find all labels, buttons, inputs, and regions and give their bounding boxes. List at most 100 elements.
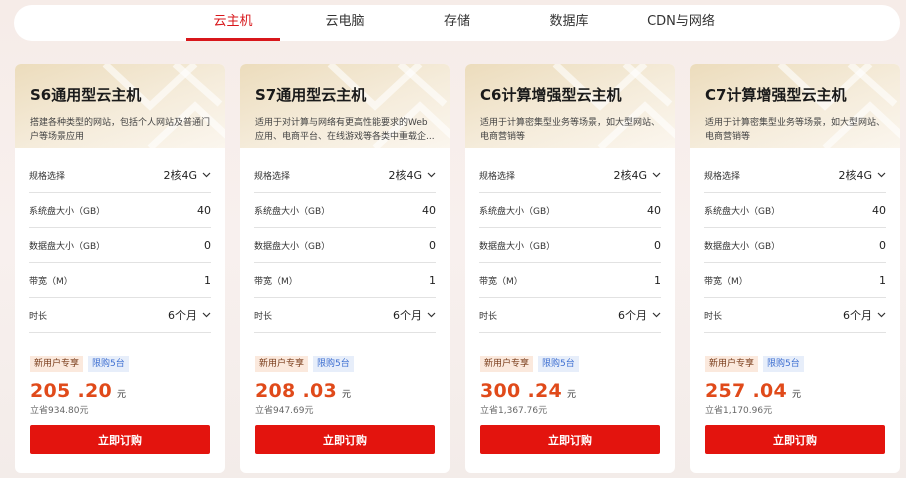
system-disk-row: 系统盘大小（GB） 40 [704,193,886,228]
system-disk-row: 系统盘大小（GB） 40 [479,193,661,228]
duration-select[interactable]: 时长 6个月 [29,298,211,333]
spec-select[interactable]: 规格选择 2核4G [704,158,886,193]
duration-select[interactable]: 时长 6个月 [254,298,436,333]
savings-text: 立省947.69元 [255,406,314,416]
system-disk-value[interactable]: 40 [647,204,661,217]
card-title: C6计算增强型云主机 [480,86,622,104]
new-user-badge: 新用户专享 [30,356,84,372]
data-disk-row: 数据盘大小（GB） 0 [704,228,886,263]
price: 300 .24 [480,380,563,402]
new-user-badge: 新用户专享 [705,356,759,372]
product-tabs: 云主机 云电脑 存储 数据库 CDN与网络 [14,5,900,41]
spec-select[interactable]: 规格选择 2核4G [29,158,211,193]
data-disk-value[interactable]: 0 [654,239,661,252]
bandwidth-row: 带宽（M） 1 [29,263,211,298]
spec-select[interactable]: 规格选择 2核4G [479,158,661,193]
duration-label: 时长 [479,311,498,322]
data-disk-label: 数据盘大小（GB） [704,241,781,252]
system-disk-value[interactable]: 40 [422,204,436,217]
duration-label: 时长 [254,311,273,322]
bandwidth-label: 带宽（M） [479,276,523,287]
purchase-limit-badge: 限购5台 [313,356,354,372]
system-disk-label: 系统盘大小（GB） [704,206,781,217]
purchase-limit-badge: 限购5台 [763,356,804,372]
price: 205 .20 [30,380,113,402]
card-title: S6通用型云主机 [30,86,142,104]
card-title: S7通用型云主机 [255,86,367,104]
bandwidth-label: 带宽（M） [704,276,748,287]
bandwidth-value[interactable]: 1 [429,274,436,287]
savings-text: 立省1,170.96元 [705,406,773,416]
price-unit: 元 [567,390,577,400]
bandwidth-row: 带宽（M） 1 [704,263,886,298]
card-description: 适用于计算密集型业务等场景，如大型网站、电商营销等 [480,118,661,142]
tab-cloud-host[interactable]: 云主机 [178,5,288,41]
duration-select[interactable]: 时长 6个月 [704,298,886,333]
spec-value: 2核4G [838,169,872,182]
spec-select[interactable]: 规格选择 2核4G [254,158,436,193]
duration-value: 6个月 [393,309,422,322]
card-header: S6通用型云主机 搭建各种类型的网站，包括个人网站及普通门户等场景应用 [15,64,225,148]
data-disk-label: 数据盘大小（GB） [479,241,556,252]
chevron-down-icon[interactable] [427,312,436,318]
buy-now-button[interactable]: 立即订购 [255,425,435,454]
card-title: C7计算增强型云主机 [705,86,847,104]
buy-now-button[interactable]: 立即订购 [705,425,885,454]
system-disk-label: 系统盘大小（GB） [254,206,331,217]
chevron-down-icon[interactable] [652,172,661,178]
system-disk-value[interactable]: 40 [872,204,886,217]
duration-value: 6个月 [618,309,647,322]
card-header: C6计算增强型云主机 适用于计算密集型业务等场景，如大型网站、电商营销等 [465,64,675,148]
chevron-down-icon[interactable] [202,172,211,178]
tab-cloud-pc[interactable]: 云电脑 [290,5,400,41]
spec-value: 2核4G [388,169,422,182]
chevron-down-icon[interactable] [427,172,436,178]
tab-cdn-network[interactable]: CDN与网络 [626,5,736,41]
system-disk-row: 系统盘大小（GB） 40 [29,193,211,228]
product-card-c7: C7计算增强型云主机 适用于计算密集型业务等场景，如大型网站、电商营销等 规格选… [690,64,900,473]
card-header: S7通用型云主机 适用于对计算与网络有更高性能要求的Web应用、电商平台、在线游… [240,64,450,148]
chevron-down-icon[interactable] [877,172,886,178]
bandwidth-value[interactable]: 1 [654,274,661,287]
bandwidth-value[interactable]: 1 [879,274,886,287]
spec-label: 规格选择 [479,171,516,182]
data-disk-value[interactable]: 0 [879,239,886,252]
bandwidth-value[interactable]: 1 [204,274,211,287]
spec-label: 规格选择 [704,171,741,182]
bandwidth-label: 带宽（M） [254,276,298,287]
chevron-down-icon[interactable] [652,312,661,318]
data-disk-label: 数据盘大小（GB） [29,241,106,252]
chevron-down-icon[interactable] [877,312,886,318]
buy-now-button[interactable]: 立即订购 [480,425,660,454]
data-disk-label: 数据盘大小（GB） [254,241,331,252]
system-disk-value[interactable]: 40 [197,204,211,217]
card-description: 适用于计算密集型业务等场景，如大型网站、电商营销等 [705,118,886,142]
spec-label: 规格选择 [254,171,291,182]
system-disk-label: 系统盘大小（GB） [29,206,106,217]
tab-storage[interactable]: 存储 [402,5,512,41]
data-disk-row: 数据盘大小（GB） 0 [29,228,211,263]
product-card-c6: C6计算增强型云主机 适用于计算密集型业务等场景，如大型网站、电商营销等 规格选… [465,64,675,473]
new-user-badge: 新用户专享 [255,356,309,372]
bandwidth-label: 带宽（M） [29,276,73,287]
spec-label: 规格选择 [29,171,66,182]
data-disk-value[interactable]: 0 [204,239,211,252]
bandwidth-row: 带宽（M） 1 [254,263,436,298]
data-disk-row: 数据盘大小（GB） 0 [254,228,436,263]
price: 208 .03 [255,380,338,402]
savings-text: 立省1,367.76元 [480,406,548,416]
savings-text: 立省934.80元 [30,406,89,416]
price-unit: 元 [792,390,802,400]
tab-database[interactable]: 数据库 [514,5,624,41]
buy-now-button[interactable]: 立即订购 [30,425,210,454]
data-disk-value[interactable]: 0 [429,239,436,252]
duration-select[interactable]: 时长 6个月 [479,298,661,333]
chevron-down-icon[interactable] [202,312,211,318]
purchase-limit-badge: 限购5台 [88,356,129,372]
card-header: C7计算增强型云主机 适用于计算密集型业务等场景，如大型网站、电商营销等 [690,64,900,148]
price-unit: 元 [117,390,127,400]
duration-label: 时长 [704,311,723,322]
data-disk-row: 数据盘大小（GB） 0 [479,228,661,263]
product-card-s6: S6通用型云主机 搭建各种类型的网站，包括个人网站及普通门户等场景应用 规格选择… [15,64,225,473]
duration-value: 6个月 [843,309,872,322]
